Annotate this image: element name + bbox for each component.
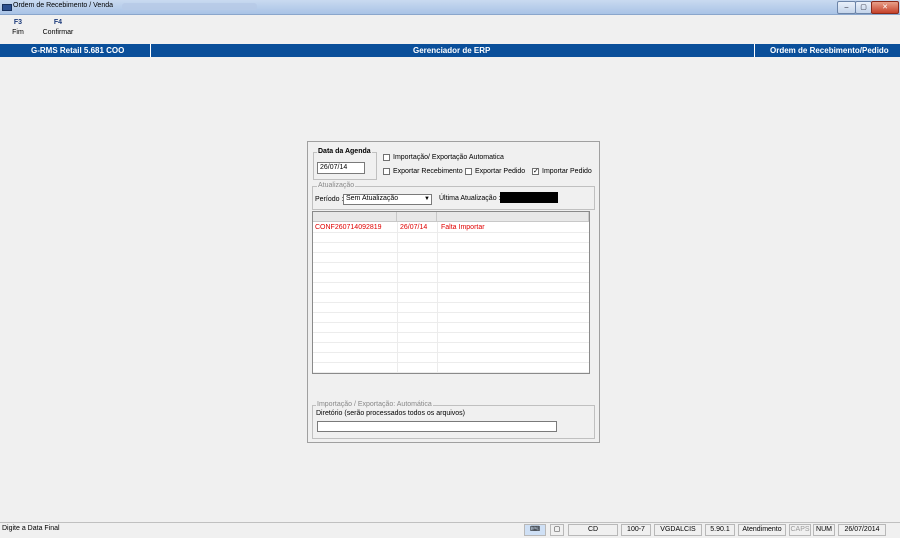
header-divider: [754, 44, 755, 57]
period-label: Período :: [315, 196, 344, 203]
f3-fim-button[interactable]: F3 Fim: [9, 19, 27, 36]
window-title: Ordem de Recebimento / Venda: [13, 2, 114, 9]
window-title-bar: Ordem de Recebimento / Venda – ▢ ✕: [0, 0, 900, 15]
grid-row-line: [313, 252, 589, 253]
grid-row-line: [313, 232, 589, 233]
last-update-label: Última Atualização :: [439, 195, 501, 202]
row-status[interactable]: Falta Importar: [441, 224, 485, 231]
status-date: 26/07/2014: [838, 524, 886, 536]
f3-key: F3: [13, 19, 23, 26]
grid-row-line: [313, 332, 589, 333]
status-version: 5.90.1: [705, 524, 735, 536]
status-bar: Digite a Data Final ⌨ ▢ CD 100-7 VGDALCI…: [0, 522, 900, 538]
auto-import-export-label: Importação/ Exportação Automatica: [393, 154, 504, 161]
f4-confirmar-button[interactable]: F4 Confirmar: [38, 19, 78, 36]
grid-col-divider: [397, 222, 398, 373]
header-center: Gerenciador de ERP: [413, 46, 491, 55]
close-icon[interactable]: ✕: [871, 1, 899, 14]
f4-key: F4: [53, 19, 63, 26]
grid-header: [313, 212, 397, 222]
status-num: NUM: [813, 524, 835, 536]
grid-header: [437, 212, 589, 222]
auto-group: Importação / Exportação: Automática Dire…: [312, 401, 595, 439]
status-message: Digite a Data Final: [2, 525, 60, 532]
grid-row-line: [313, 352, 589, 353]
header-left: G-RMS Retail 5.681 COO: [31, 46, 125, 55]
title-blur: [122, 3, 257, 10]
app-header: G-RMS Retail 5.681 COO Gerenciador de ER…: [0, 44, 900, 57]
auto-import-export-checkbox[interactable]: [383, 154, 390, 161]
update-group: Atualização Período : Sem Atualização ▼ …: [312, 182, 595, 210]
export-order-label: Exportar Pedido: [475, 168, 526, 175]
header-right: Ordem de Recebimento/Pedido: [770, 46, 889, 55]
grid-row-line: [313, 242, 589, 243]
status-mode: Atendimento: [738, 524, 786, 536]
grid-row-line: [313, 272, 589, 273]
grid-header: [397, 212, 437, 222]
export-order-checkbox[interactable]: [465, 168, 472, 175]
orders-grid[interactable]: CONF260714092819 26/07/14 Falta Importar: [312, 211, 590, 374]
period-select[interactable]: Sem Atualização ▼: [343, 194, 432, 205]
status-branch: 100-7: [621, 524, 651, 536]
agenda-group: Data da Agenda 26/07/14: [313, 148, 377, 180]
grid-row-line: [313, 262, 589, 263]
status-caps: CAPS: [789, 524, 811, 536]
directory-label: Diretório (serão processados todos os ar…: [316, 410, 466, 417]
grid-row-line: [313, 312, 589, 313]
grid-row-line: [313, 342, 589, 343]
update-legend: Atualização: [317, 182, 356, 189]
grid-row-line: [313, 362, 589, 363]
chevron-down-icon: ▼: [424, 196, 430, 202]
grid-row-line: [313, 282, 589, 283]
grid-row-line: [313, 322, 589, 323]
maximize-icon[interactable]: ▢: [855, 1, 872, 14]
grid-row-line: [313, 302, 589, 303]
export-receipt-label: Exportar Recebimento: [393, 168, 463, 175]
export-receipt-checkbox[interactable]: [383, 168, 390, 175]
period-value: Sem Atualização: [346, 195, 399, 202]
f4-label: Confirmar: [42, 29, 74, 36]
document-icon: ▢: [550, 524, 564, 536]
directory-input[interactable]: [317, 421, 557, 432]
minimize-icon[interactable]: –: [837, 1, 856, 14]
grid-row-line: [313, 372, 589, 373]
keyboard-icon: ⌨: [524, 524, 546, 536]
f3-label: Fim: [12, 29, 24, 36]
app-icon: [2, 4, 12, 11]
last-update-value: [500, 192, 558, 203]
import-order-checkbox[interactable]: ✓: [532, 168, 539, 175]
agenda-date-input[interactable]: 26/07/14: [317, 162, 365, 174]
order-dialog: Data da Agenda 26/07/14 Importação/ Expo…: [307, 141, 600, 443]
grid-row-line: [313, 292, 589, 293]
status-cd: CD: [568, 524, 618, 536]
header-divider: [150, 44, 151, 57]
row-code[interactable]: CONF260714092819: [315, 224, 382, 231]
import-order-label: Importar Pedido: [542, 168, 592, 175]
grid-col-divider: [437, 222, 438, 373]
auto-legend: Importação / Exportação: Automática: [316, 401, 433, 408]
row-date[interactable]: 26/07/14: [400, 224, 427, 231]
status-user: VGDALCIS: [654, 524, 702, 536]
agenda-legend: Data da Agenda: [317, 148, 372, 155]
